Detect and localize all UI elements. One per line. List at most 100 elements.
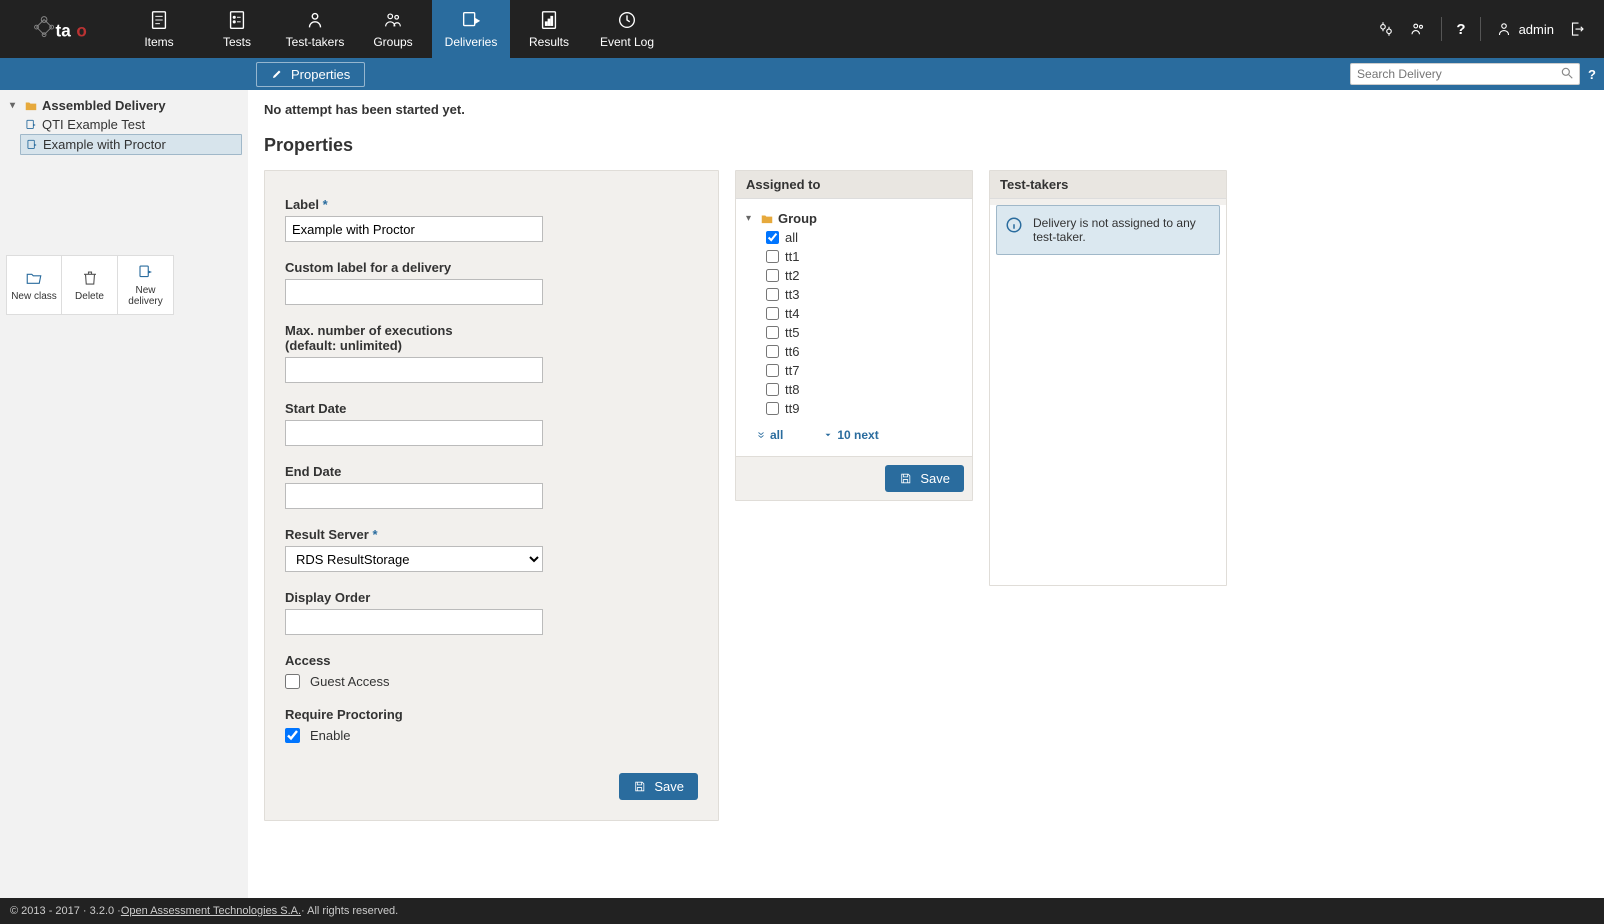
save-properties-button[interactable]: Save [619,773,698,800]
sidebar: ▾ Assembled Delivery QTI Example Test Ex… [0,90,248,898]
group-item-label: tt8 [785,382,799,397]
nav-tab-testtakers[interactable]: Test-takers [276,0,354,58]
result-server-select[interactable]: RDS ResultStorage [285,546,543,572]
group-root[interactable]: ▾ Group [746,209,962,228]
group-item[interactable]: tt6 [766,342,962,361]
tree-item-label: Example with Proctor [43,137,166,152]
action-label: Delete [75,291,104,302]
display-order-input[interactable] [285,609,543,635]
group-item-checkbox[interactable] [766,326,779,339]
users-icon[interactable] [1409,20,1427,38]
testtakers-icon [304,9,326,31]
custom-label-input[interactable] [285,279,543,305]
items-icon [148,9,170,31]
chevron-down-icon: ▾ [10,100,20,111]
nav-tab-label: Results [529,35,569,49]
main: ▾ Assembled Delivery QTI Example Test Ex… [0,90,1604,898]
svg-text:ta: ta [56,22,72,41]
tree-nav-all[interactable]: all [756,428,783,442]
logout-icon[interactable] [1568,20,1586,38]
guest-access-label: Guest Access [310,674,389,689]
logo[interactable]: tao [10,10,120,48]
group-item-checkbox[interactable] [766,307,779,320]
group-item-checkbox[interactable] [766,364,779,377]
toolbar-help-icon[interactable]: ? [1588,67,1596,82]
save-assigned-button[interactable]: Save [885,465,964,492]
nav-tab-deliveries[interactable]: Deliveries [432,0,510,58]
group-item-checkbox[interactable] [766,269,779,282]
group-item[interactable]: tt2 [766,266,962,285]
label-input[interactable] [285,216,543,242]
save-icon [633,780,646,793]
properties-panel: Label * Custom label for a delivery Max.… [264,170,719,821]
result-server-label: Result Server * [285,527,698,542]
pencil-icon [271,68,283,80]
info-box: Delivery is not assigned to any test-tak… [996,205,1220,255]
folder-icon [760,212,774,226]
access-label: Access [285,653,698,668]
nav-tab-results[interactable]: Results [510,0,588,58]
group-item-label: tt9 [785,401,799,416]
group-item-label: tt6 [785,344,799,359]
down-icon [823,430,833,440]
tree-root[interactable]: ▾ Assembled Delivery [6,96,242,115]
search-input[interactable] [1350,63,1580,85]
nav-tab-eventlog[interactable]: Event Log [588,0,666,58]
group-item[interactable]: tt3 [766,285,962,304]
nav-tab-groups[interactable]: Groups [354,0,432,58]
max-exec-label: Max. number of executions (default: unli… [285,323,698,353]
group-item-label: tt7 [785,363,799,378]
tree-item-label: QTI Example Test [42,117,145,132]
group-item-checkbox[interactable] [766,288,779,301]
group-item[interactable]: tt1 [766,247,962,266]
tree-nav-next[interactable]: 10 next [823,428,878,442]
nav-tab-items[interactable]: Items [120,0,198,58]
svg-text:o: o [76,22,86,41]
section-title: Properties [264,135,1588,156]
group-item[interactable]: tt7 [766,361,962,380]
search-icon [1560,66,1574,80]
group-item[interactable]: tt5 [766,323,962,342]
topbar-right: ? admin [1377,17,1594,41]
nav-tab-tests[interactable]: Tests [198,0,276,58]
group-item[interactable]: all [766,228,962,247]
properties-button[interactable]: Properties [256,62,365,87]
group-item[interactable]: tt4 [766,304,962,323]
delete-button[interactable]: Delete [62,255,118,315]
guest-access-checkbox[interactable] [285,674,300,689]
group-item-checkbox[interactable] [766,345,779,358]
save-label: Save [654,779,684,794]
start-date-input[interactable] [285,420,543,446]
group-item-checkbox[interactable] [766,383,779,396]
group-item-label: tt4 [785,306,799,321]
new-class-button[interactable]: New class [6,255,62,315]
user-menu[interactable]: admin [1495,20,1554,38]
enable-proctoring-checkbox[interactable] [285,728,300,743]
chevron-down-icon: ▾ [746,213,756,224]
group-item[interactable]: tt8 [766,380,962,399]
group-item-checkbox[interactable] [766,231,779,244]
new-delivery-icon [137,263,155,281]
nav-tab-label: Test-takers [286,35,345,49]
help-icon[interactable]: ? [1456,21,1465,38]
max-exec-input[interactable] [285,357,543,383]
settings-icon[interactable] [1377,20,1395,38]
save-icon [899,472,912,485]
assigned-to-header: Assigned to [736,171,972,199]
save-label: Save [920,471,950,486]
tree: ▾ Assembled Delivery QTI Example Test Ex… [6,96,242,155]
folder-open-icon [25,269,43,287]
end-date-label: End Date [285,464,698,479]
tree-item-qti[interactable]: QTI Example Test [20,115,242,134]
delivery-item-icon [25,138,39,152]
end-date-input[interactable] [285,483,543,509]
new-delivery-button[interactable]: New delivery [118,255,174,315]
group-item[interactable]: tt9 [766,399,962,418]
footer-link[interactable]: Open Assessment Technologies S.A. [121,905,301,917]
properties-label: Properties [291,67,350,82]
tree-item-proctor[interactable]: Example with Proctor [20,134,242,155]
nav-tab-label: Deliveries [445,35,498,49]
group-item-checkbox[interactable] [766,250,779,263]
group-item-checkbox[interactable] [766,402,779,415]
footer-copyright-pre: © 2013 - 2017 · 3.2.0 · [10,905,121,917]
